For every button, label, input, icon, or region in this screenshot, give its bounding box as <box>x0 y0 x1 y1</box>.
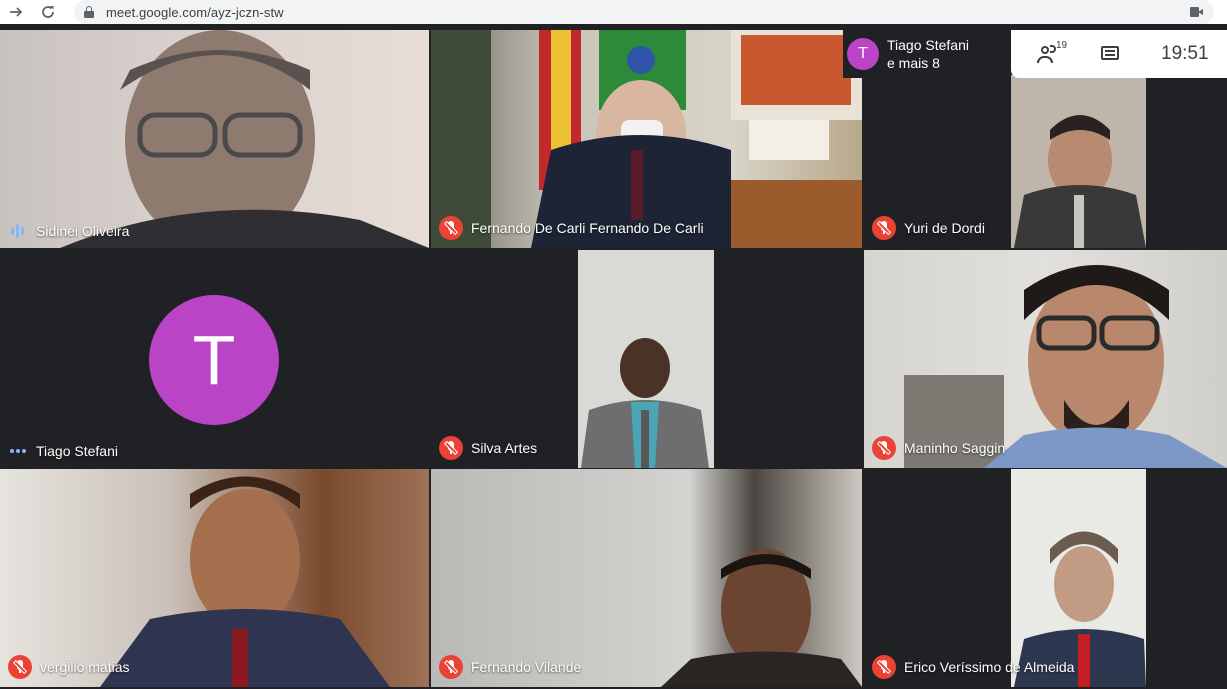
participant-name: Tiago Stefani <box>36 443 118 459</box>
mic-off-icon <box>872 655 896 679</box>
participant-tile[interactable]: Maninho Saggin <box>864 250 1227 468</box>
participant-tile[interactable]: T Tiago Stefani <box>0 250 429 468</box>
participant-tile[interactable]: Erico Veríssimo de Almeida <box>864 469 1227 687</box>
presenter-name: Tiago Stefani <box>887 37 969 53</box>
presenter-avatar: T <box>847 38 879 70</box>
mic-off-icon <box>872 216 896 240</box>
camera-icon[interactable] <box>1190 7 1204 17</box>
browser-toolbar: meet.google.com/ayz-jczn-stw <box>0 0 1227 24</box>
avatar: T <box>149 295 279 425</box>
participant-name: Silva Artes <box>471 440 538 456</box>
participant-tile[interactable]: Silva Artes <box>431 250 862 468</box>
address-bar[interactable]: meet.google.com/ayz-jczn-stw <box>74 0 1214 24</box>
participant-tile[interactable]: Fernando Vilande <box>431 469 862 687</box>
participant-name: Sidinei Oliveira <box>36 223 130 239</box>
participant-tile[interactable]: Sidinei Oliveira <box>0 30 429 248</box>
lock-icon[interactable] <box>84 6 94 18</box>
chat-button[interactable] <box>1081 30 1137 78</box>
participant-grid: Sidinei Oliveira Fernando De Carli Ferna… <box>0 30 1227 689</box>
url-text: meet.google.com/ayz-jczn-stw <box>106 4 284 20</box>
chat-icon <box>1101 46 1119 60</box>
people-icon <box>1041 46 1049 54</box>
mic-off-icon <box>8 655 32 679</box>
participant-name: Fernando De Carli Fernando De Carli <box>471 220 704 236</box>
reload-icon[interactable] <box>36 0 60 24</box>
participant-name: Maninho Saggin <box>904 440 1006 456</box>
participant-tile[interactable]: vergilio matias <box>0 469 429 687</box>
mic-off-icon <box>439 655 463 679</box>
participant-tile[interactable]: Fernando De Carli Fernando De Carli <box>431 30 862 248</box>
mic-off-icon <box>439 216 463 240</box>
participant-name: Yuri de Dordi <box>904 220 985 236</box>
participants-count: 19 <box>1056 40 1068 51</box>
meeting-controls: 19 19:51 <box>1011 30 1227 78</box>
participants-button[interactable]: 19 <box>1011 30 1071 78</box>
mic-off-icon <box>439 436 463 460</box>
clock: 19:51 <box>1161 43 1209 64</box>
presenter-more: e mais 8 <box>887 55 940 71</box>
participant-name: Fernando Vilande <box>471 659 582 675</box>
speaking-indicator-icon <box>8 222 28 240</box>
presenter-indicator[interactable]: T Tiago Stefani e mais 8 <box>843 30 1011 78</box>
forward-arrow-icon[interactable] <box>4 0 28 24</box>
participant-name: Erico Veríssimo de Almeida <box>904 659 1075 675</box>
more-dots-icon <box>8 442 28 460</box>
mic-off-icon <box>872 436 896 460</box>
participant-name: vergilio matias <box>40 659 130 675</box>
